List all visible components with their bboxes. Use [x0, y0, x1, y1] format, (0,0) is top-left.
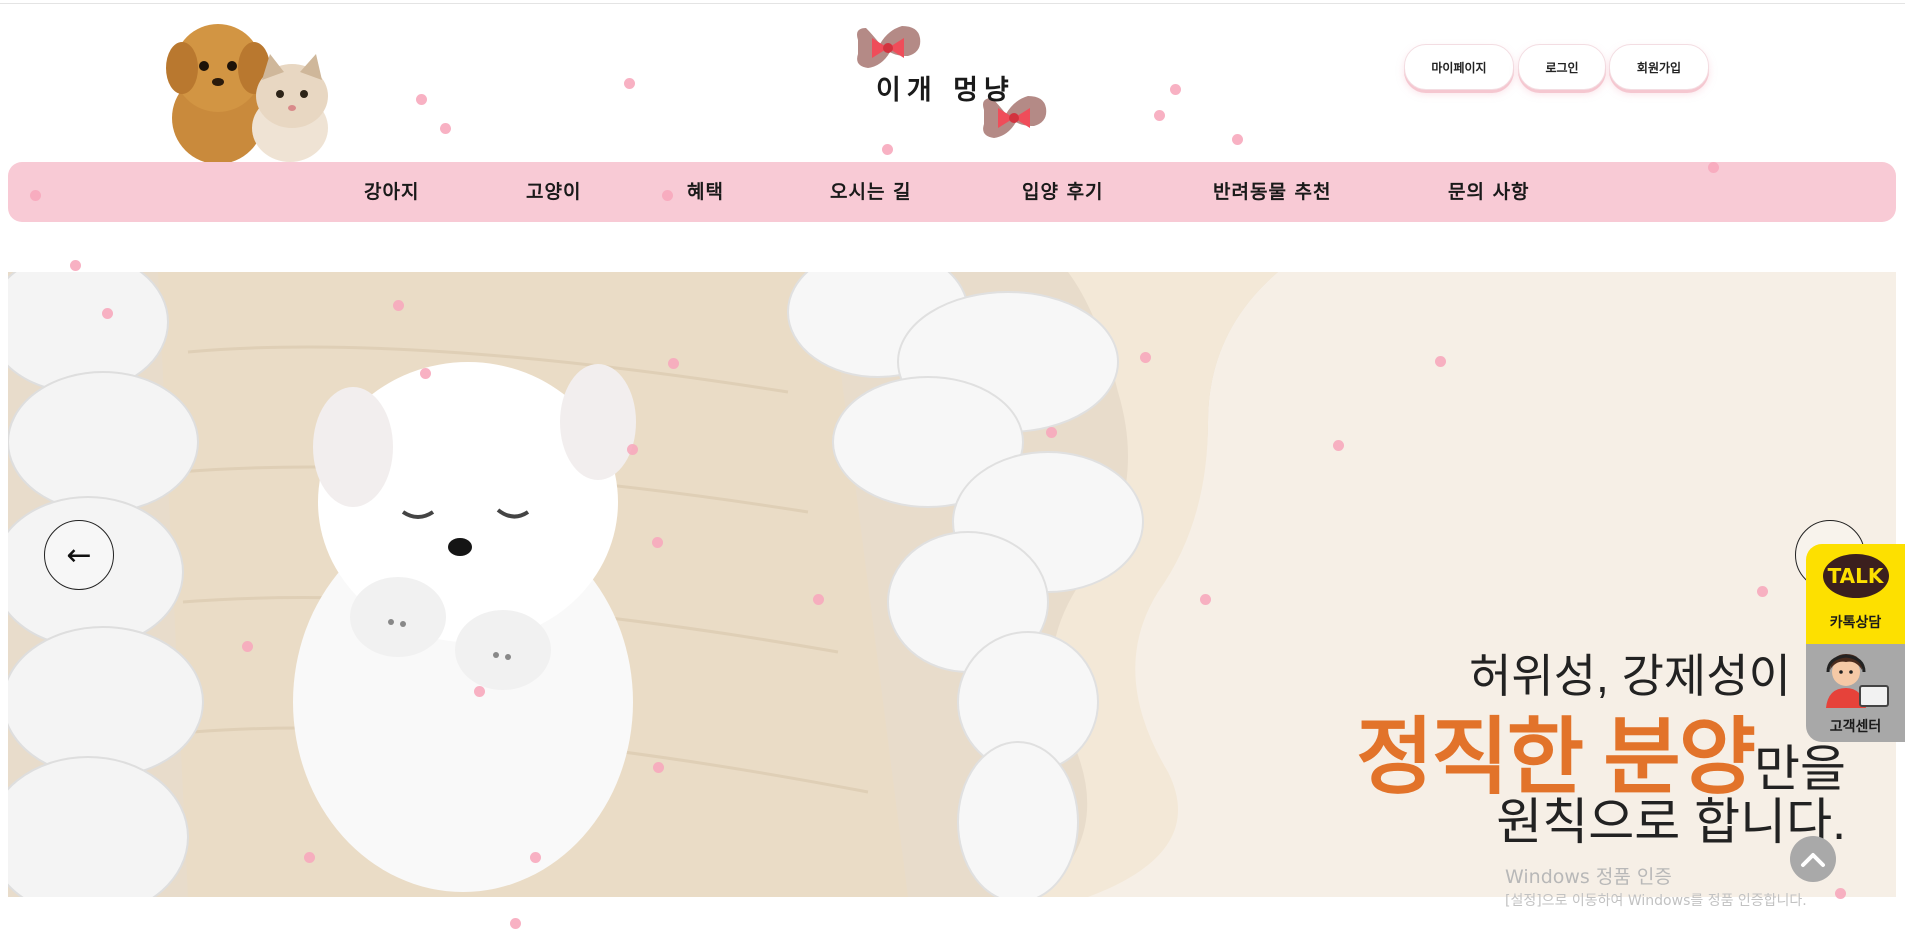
- petal-decoration: [416, 94, 427, 105]
- nav-item-cat[interactable]: 고양이: [526, 162, 581, 222]
- main-nav: 강아지 고양이 혜택 오시는 길 입양 후기 반려동물 추천 문의 사항: [8, 162, 1896, 222]
- petal-decoration: [1333, 440, 1344, 451]
- petal-decoration: [304, 852, 315, 863]
- petal-decoration: [662, 190, 673, 201]
- top-divider: [0, 3, 1905, 4]
- petal-decoration: [30, 190, 41, 201]
- windows-activation-subtitle: [설정]으로 이동하여 Windows를 정품 인증합니다.: [1505, 893, 1807, 909]
- petal-decoration: [1708, 162, 1719, 173]
- nav-item-directions[interactable]: 오시는 길: [830, 162, 912, 222]
- hero-banner: ← 허위성, 강제성이 없 정직한 분양만을 원칙으로 합니다.: [8, 272, 1896, 897]
- pets-logo-image[interactable]: [140, 10, 340, 162]
- petal-decoration: [653, 762, 664, 773]
- petal-decoration: [1835, 888, 1846, 899]
- nav-item-benefits[interactable]: 혜택: [687, 162, 724, 222]
- petal-decoration: [1757, 586, 1768, 597]
- petal-decoration: [420, 368, 431, 379]
- kakao-talk-button[interactable]: TALK 카톡상담: [1806, 544, 1905, 644]
- signup-button[interactable]: 회원가입: [1609, 44, 1709, 90]
- petal-decoration: [1435, 356, 1446, 367]
- windows-activation-title: Windows 정품 인증: [1505, 866, 1672, 888]
- petal-decoration: [530, 852, 541, 863]
- scroll-top-button[interactable]: [1790, 836, 1836, 882]
- petal-decoration: [1200, 594, 1211, 605]
- petal-decoration: [624, 78, 635, 89]
- petal-decoration: [474, 686, 485, 697]
- petal-decoration: [510, 918, 521, 929]
- petal-decoration: [1046, 427, 1057, 438]
- petal-decoration: [813, 594, 824, 605]
- agent-icon: [1825, 654, 1889, 708]
- nav-item-adoption-reviews[interactable]: 입양 후기: [1022, 162, 1104, 222]
- petal-decoration: [102, 308, 113, 319]
- chevron-up-icon: [1801, 853, 1825, 867]
- brand-name[interactable]: 이개 멍냥: [876, 68, 1015, 107]
- nav-item-pet-recommendation[interactable]: 반려동물 추천: [1213, 162, 1332, 222]
- slide-prev-button[interactable]: ←: [44, 520, 114, 590]
- petal-decoration: [70, 260, 81, 271]
- petal-decoration: [1140, 352, 1151, 363]
- nav-item-dog[interactable]: 강아지: [364, 162, 419, 222]
- nav-item-inquiry[interactable]: 문의 사항: [1448, 162, 1530, 222]
- petal-decoration: [440, 123, 451, 134]
- petal-decoration: [242, 641, 253, 652]
- mypage-button[interactable]: 마이페이지: [1404, 44, 1514, 90]
- login-button[interactable]: 로그인: [1518, 44, 1606, 90]
- customer-center-label: 고객센터: [1829, 719, 1882, 735]
- banner-headline-line3: 원칙으로 합니다.: [1496, 794, 1846, 850]
- petal-decoration: [882, 144, 893, 155]
- customer-center-button[interactable]: 고객센터: [1806, 644, 1905, 742]
- petal-decoration: [652, 537, 663, 548]
- petal-decoration: [1154, 110, 1165, 121]
- petal-decoration: [627, 444, 638, 455]
- petal-decoration: [668, 358, 679, 369]
- petal-decoration: [393, 300, 404, 311]
- petal-decoration: [1170, 84, 1181, 95]
- petal-decoration: [1232, 134, 1243, 145]
- kakao-label: 카톡상담: [1829, 615, 1882, 631]
- talk-bubble-icon: TALK: [1822, 554, 1889, 598]
